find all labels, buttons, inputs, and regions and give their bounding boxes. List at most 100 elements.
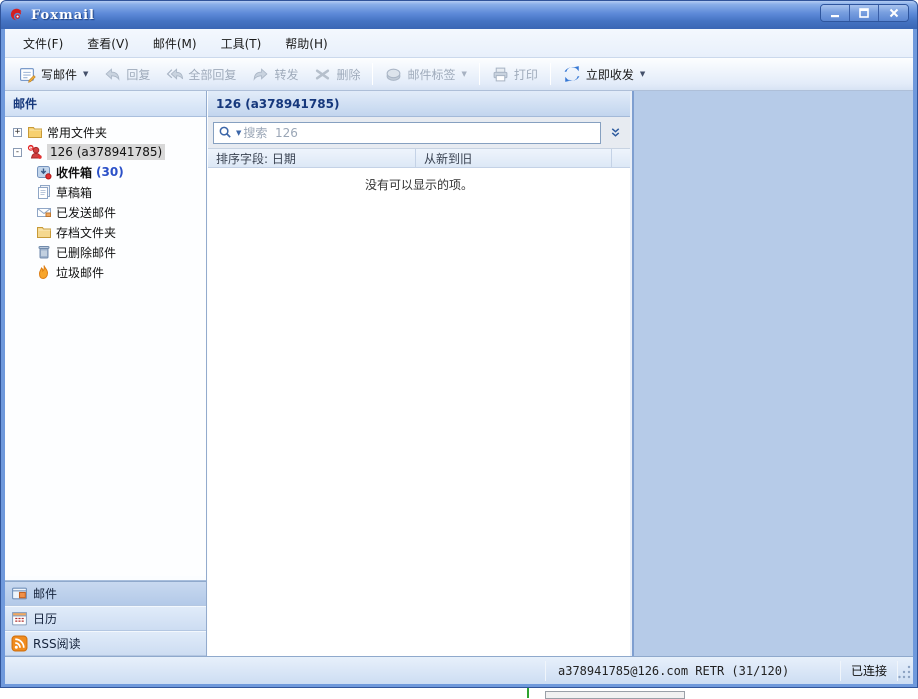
delete-icon — [314, 66, 331, 83]
sort-field-header[interactable]: 排序字段: 日期 — [208, 149, 416, 167]
write-mail-icon — [19, 66, 36, 83]
foxmail-window: Foxmail 文件(F) 查看(V) 邮件(M) 工具(T) 帮助(H) — [0, 0, 918, 688]
sidebar: 邮件 + 常用文件夹 - e — [5, 91, 207, 656]
chevron-double-down-icon — [609, 126, 622, 139]
menu-tools[interactable]: 工具(T) — [209, 31, 274, 56]
toolbar-separator — [372, 63, 373, 85]
tree-item-label: 草稿箱 — [56, 184, 92, 201]
write-mail-button[interactable]: 写邮件 ▼ — [11, 63, 96, 86]
forward-label: 转发 — [274, 66, 298, 83]
mail-pane-title: 126 (a378941785) — [216, 97, 339, 111]
tree-item-drafts[interactable]: 草稿箱 — [5, 182, 206, 202]
maximize-icon — [859, 8, 869, 18]
nav-item-label: 邮件 — [33, 585, 57, 602]
maximize-button[interactable] — [850, 5, 879, 21]
close-icon — [889, 8, 899, 18]
dropdown-caret-icon: ▼ — [640, 70, 645, 78]
preview-pane-empty — [632, 91, 913, 656]
tree-item-deleted[interactable]: 已删除邮件 — [5, 242, 206, 262]
dropdown-caret-icon: ▼ — [83, 70, 88, 78]
toolbar-separator — [550, 63, 551, 85]
tree-item-common-folders[interactable]: + 常用文件夹 — [5, 122, 206, 142]
unread-count-badge: (30) — [96, 165, 124, 179]
mail-nav-icon — [11, 585, 28, 602]
toolbar: 写邮件 ▼ 回复 全部回复 转发 删除 — [5, 58, 913, 91]
folder-tree: + 常用文件夹 - e 126 ( — [5, 117, 206, 576]
close-button[interactable] — [879, 5, 908, 21]
search-scope-caret-icon[interactable]: ▼ — [236, 129, 241, 137]
menu-file[interactable]: 文件(F) — [11, 31, 75, 56]
tree-item-account-126[interactable]: - e 126 (a378941785) — [5, 142, 206, 162]
nav-item-rss[interactable]: RSS阅读 — [5, 631, 206, 656]
message-list[interactable]: 没有可以显示的项。 — [208, 168, 630, 656]
foxmail-logo-icon — [8, 7, 25, 24]
mail-list-pane: 126 (a378941785) ▼ — [208, 91, 630, 656]
tree-item-label: 收件箱 — [56, 164, 92, 181]
send-receive-label: 立即收发 — [586, 66, 634, 83]
inbox-icon — [36, 164, 52, 180]
nav-item-label: 日历 — [33, 610, 57, 627]
tree-item-archive[interactable]: 存档文件夹 — [5, 222, 206, 242]
calendar-nav-icon — [11, 610, 28, 627]
window-title: Foxmail — [31, 8, 95, 23]
empty-list-message: 没有可以显示的项。 — [208, 168, 630, 193]
mail-pane-header: 126 (a378941785) — [208, 91, 630, 117]
sort-field-label: 排序字段: 日期 — [216, 150, 296, 167]
reply-button[interactable]: 回复 — [96, 63, 158, 86]
sent-mail-icon — [36, 204, 52, 220]
mail-tag-label: 邮件标签 — [407, 66, 455, 83]
nav-item-mail[interactable]: 邮件 — [5, 581, 206, 606]
reply-all-button[interactable]: 全部回复 — [158, 63, 244, 86]
desktop-background — [0, 688, 918, 698]
status-transfer-text: a378941785@126.com RETR (31/120) — [546, 664, 840, 678]
svg-text:e: e — [29, 146, 33, 152]
reply-icon — [104, 66, 121, 83]
delete-button[interactable]: 删除 — [306, 63, 368, 86]
content-area: 邮件 + 常用文件夹 - e — [5, 91, 913, 656]
tree-item-label: 已发送邮件 — [56, 204, 116, 221]
status-bar: a378941785@126.com RETR (31/120) 已连接 — [5, 656, 913, 684]
sort-order-header[interactable]: 从新到旧 — [416, 149, 612, 167]
reply-label: 回复 — [126, 66, 150, 83]
rss-nav-icon — [11, 635, 28, 652]
menu-bar: 文件(F) 查看(V) 邮件(M) 工具(T) 帮助(H) — [5, 29, 913, 58]
dropdown-caret-icon: ▼ — [461, 70, 466, 78]
forward-button[interactable]: 转发 — [244, 63, 306, 86]
search-row: ▼ — [208, 117, 630, 149]
minimize-button[interactable] — [821, 5, 850, 21]
menu-mail[interactable]: 邮件(M) — [141, 31, 209, 56]
collapse-minus-icon[interactable]: - — [13, 148, 22, 157]
sidebar-nav: 邮件 日历 RSS — [5, 580, 206, 656]
tree-item-label: 垃圾邮件 — [56, 264, 104, 281]
send-receive-button[interactable]: 立即收发 ▼ — [555, 62, 653, 86]
search-icon — [218, 125, 233, 140]
search-expand-button[interactable] — [605, 122, 625, 144]
search-box[interactable]: ▼ — [213, 122, 601, 144]
mail-tag-button[interactable]: 邮件标签 ▼ — [377, 63, 474, 86]
title-bar[interactable]: Foxmail — [1, 1, 917, 29]
menu-help[interactable]: 帮助(H) — [273, 31, 339, 56]
tree-item-label: 已删除邮件 — [56, 244, 116, 261]
menu-view[interactable]: 查看(V) — [75, 31, 141, 56]
search-input[interactable] — [243, 124, 596, 142]
sidebar-header-label: 邮件 — [13, 95, 37, 112]
tree-item-label: 常用文件夹 — [47, 124, 107, 141]
sort-header-row: 排序字段: 日期 从新到旧 — [208, 149, 630, 168]
archive-folder-icon — [36, 224, 52, 240]
resize-grip[interactable] — [898, 661, 912, 681]
print-icon — [492, 66, 509, 83]
window-controls — [820, 4, 909, 22]
drafts-icon — [36, 184, 52, 200]
toolbar-separator — [479, 63, 480, 85]
write-mail-label: 写邮件 — [41, 66, 77, 83]
tree-item-sent[interactable]: 已发送邮件 — [5, 202, 206, 222]
expand-plus-icon[interactable]: + — [13, 128, 22, 137]
mail-tag-icon — [385, 66, 402, 83]
reply-all-label: 全部回复 — [188, 66, 236, 83]
print-button[interactable]: 打印 — [484, 63, 546, 86]
tree-item-inbox[interactable]: 收件箱 (30) — [5, 162, 206, 182]
tree-item-junk[interactable]: 垃圾邮件 — [5, 262, 206, 282]
tree-item-label: 存档文件夹 — [56, 224, 116, 241]
nav-item-calendar[interactable]: 日历 — [5, 606, 206, 631]
delete-label: 删除 — [336, 66, 360, 83]
